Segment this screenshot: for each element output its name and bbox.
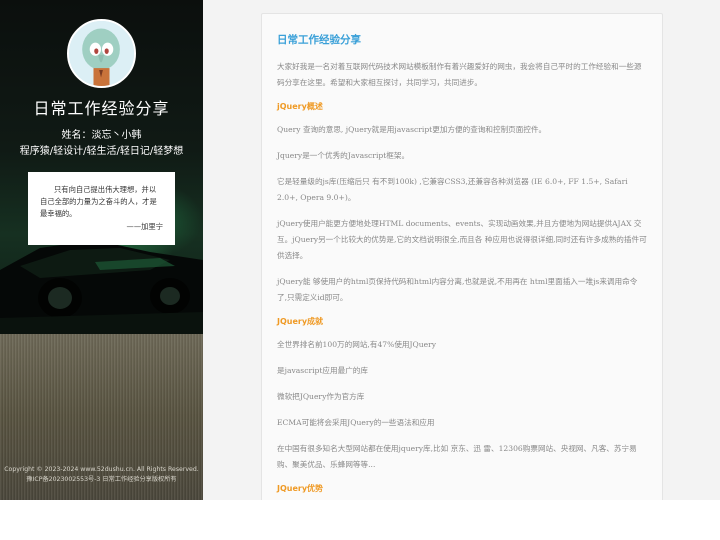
section-paragraph: 微软把JQuery作为官方库 (277, 392, 365, 401)
section-heading: JQuery成就 (277, 317, 324, 326)
article-intro: 大家好我是一名对着互联网代码技术网站模板制作有着兴趣爱好的网虫，我会将自己平时的… (277, 62, 642, 87)
quote-source: ——加里宁 (126, 222, 163, 231)
avatar (67, 19, 136, 88)
copyright: Copyright © 2023-2024 www.52dushu.cn. Al… (0, 465, 203, 485)
viewport-bottom-blank (0, 500, 720, 540)
main-content: 日常工作经验分享 大家好我是一名对着互联网代码技术网站模板制作有着兴趣爱好的网虫… (203, 0, 720, 500)
section-paragraph: 是javascript应用最广的库 (277, 366, 368, 375)
article-title: 日常工作经验分享 (277, 34, 361, 46)
sidebar: 日常工作经验分享 姓名：淡忘丶小韩 程序猿/轻设计/轻生活/轻日记/轻梦想 只有… (0, 0, 203, 500)
section-paragraph: 全世界排名前100万的网站,有47%使用JQuery (277, 340, 437, 349)
author-name: 姓名：淡忘丶小韩 (61, 130, 142, 141)
article-card: 日常工作经验分享 大家好我是一名对着互联网代码技术网站模板制作有着兴趣爱好的网虫… (261, 13, 663, 500)
section-paragraph: jQuery使用户能更方便地处理HTML documents、events、实现… (277, 219, 647, 260)
section-paragraph: 在中国有很多知名大型网站都在使用jquery库,比如 京东、迅 雷、12306购… (277, 444, 637, 469)
section-paragraph: Jquery是一个优秀的Javascript框架。 (277, 151, 410, 160)
section-paragraph: ECMA可能将会采用JQuery的一些语法和应用 (277, 418, 435, 427)
section-paragraph: jQuery能 够使用户的html页保持代码和html内容分离,也就是说,不用再… (277, 277, 638, 302)
quote-card: 只有向自己提出伟大理想，并以自己全部的力量为之奋斗的人，才是最幸福的。 ——加里… (28, 172, 175, 245)
quote-text: 只有向自己提出伟大理想，并以自己全部的力量为之奋斗的人，才是最幸福的。 (40, 185, 157, 218)
copyright-line: Copyright © 2023-2024 www.52dushu.cn. Al… (4, 466, 199, 473)
section-heading: jQuery概述 (277, 102, 323, 111)
squidward-avatar-icon (69, 21, 134, 86)
site-name: 日常工作经验分享 (33, 99, 170, 118)
section-heading: JQuery优势 (277, 484, 324, 493)
section-paragraph: 它是轻量级的js库(压缩后只 有不到100k) ,它兼容CSS3,还兼容各种浏览… (277, 177, 628, 202)
icp-line[interactable]: 豫ICP备2023002553号-3 日常工作经验分享版权所有 (0, 475, 203, 485)
author-tagline: 程序猿/轻设计/轻生活/轻日记/轻梦想 (19, 146, 184, 157)
section-paragraph: Query 查询的意思, jQuery就是用javascript更加方便的查询和… (277, 125, 547, 134)
